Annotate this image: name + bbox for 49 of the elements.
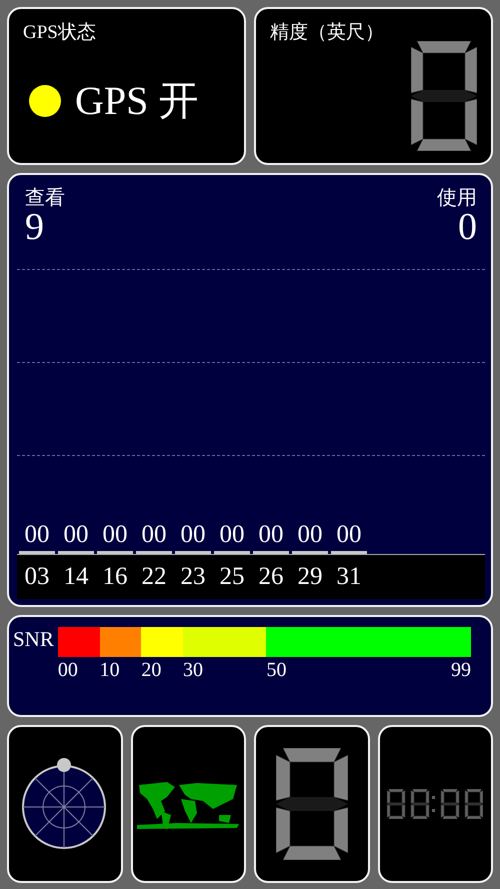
viewed-label: 查看 xyxy=(25,187,65,209)
card-title: GPS状态 xyxy=(23,21,96,45)
snr-value: 00 xyxy=(142,521,166,549)
signal-bar xyxy=(97,551,133,554)
scale-tick: 10 xyxy=(100,659,120,682)
used-label: 使用 xyxy=(437,187,477,209)
satellite-id: 25 xyxy=(218,563,246,591)
satellite-id: 29 xyxy=(296,563,324,591)
snr-value: 00 xyxy=(258,521,284,549)
signal-bar xyxy=(253,551,289,554)
radar-icon xyxy=(22,757,108,851)
signal-bar xyxy=(19,551,55,554)
status-value: GPS 开 xyxy=(75,77,198,125)
scale-tick: 00 xyxy=(58,659,78,682)
card-title: 精度（英尺） xyxy=(270,21,384,45)
satellite-id: 31 xyxy=(336,563,362,591)
scale-tick: 20 xyxy=(141,659,162,682)
scale-tick: 99 xyxy=(451,659,471,682)
snr-value: 00 xyxy=(336,521,362,549)
radar-button[interactable] xyxy=(7,725,122,883)
signal-bar xyxy=(214,551,250,554)
signal-bar xyxy=(292,551,328,554)
snr-label: SNR xyxy=(13,627,54,653)
map-button[interactable] xyxy=(130,725,246,883)
satellite-id: 22 xyxy=(140,563,168,591)
scale-tick: 30 xyxy=(183,659,204,682)
snr-value: 00 xyxy=(102,521,128,549)
signal-bar xyxy=(331,551,367,554)
scale-tick: 50 xyxy=(266,659,286,682)
used-count: 0 xyxy=(458,209,477,245)
snr-value: 00 xyxy=(220,521,244,549)
snr-value: 00 xyxy=(64,521,88,549)
snr-value: 00 xyxy=(24,521,50,549)
signal-bar xyxy=(58,551,94,554)
satellite-id: 03 xyxy=(24,563,50,591)
viewed-count: 9 xyxy=(25,209,45,245)
digit-button[interactable] xyxy=(254,725,370,883)
snr-value: 00 xyxy=(180,521,206,549)
satellite-id: 14 xyxy=(62,563,90,591)
satellite-id: 23 xyxy=(180,563,206,591)
clock-button[interactable] xyxy=(378,725,493,883)
digital-clock-icon xyxy=(387,789,484,819)
world-map-icon xyxy=(137,779,240,829)
signal-bar xyxy=(136,551,172,554)
signal-bar xyxy=(175,551,211,554)
seven-segment-icon xyxy=(276,748,348,860)
satellite-id: 16 xyxy=(102,563,128,591)
satellite-id: 26 xyxy=(258,563,284,591)
snr-value: 00 xyxy=(298,521,322,549)
